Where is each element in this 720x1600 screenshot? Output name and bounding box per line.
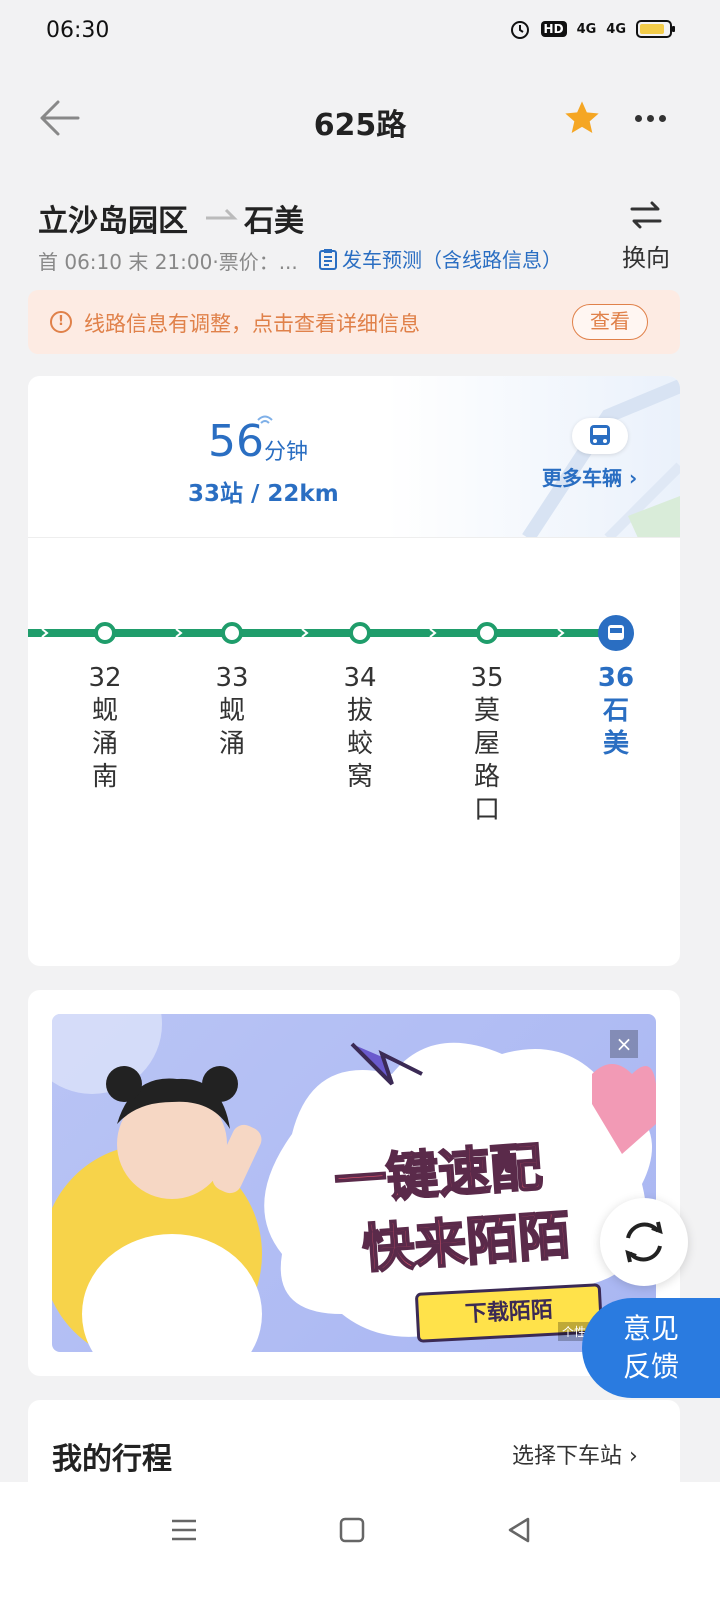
hd-badge: HD [540, 21, 567, 37]
stop-name-char: 石 [602, 696, 629, 726]
stop-name-char: 路 [473, 762, 500, 792]
battery-icon [636, 20, 675, 38]
route-stats: 33站 / 22km [188, 481, 339, 507]
status-time: 06:30 [46, 18, 110, 43]
stop-label[interactable]: 35 莫屋路口 [457, 662, 517, 827]
stop-number: 36 [597, 663, 635, 693]
menu-icon[interactable] [164, 1510, 204, 1550]
stop-number: 32 [88, 663, 122, 693]
departure-prediction-link[interactable]: 发车预测（含线路信息） [318, 244, 562, 273]
signal-icon-2: 4G [606, 21, 626, 37]
refresh-button[interactable] [600, 1198, 688, 1286]
stop-name-char: 蛟 [346, 729, 373, 759]
destination-stop-marker[interactable] [598, 615, 634, 651]
direction-chevron-icon [429, 628, 437, 638]
status-icons: HD 4G 4G [509, 18, 675, 40]
switch-direction-button[interactable]: 换向 [618, 200, 674, 273]
stop-marker[interactable] [221, 622, 243, 644]
more-icon [634, 114, 642, 122]
direction-arrow-icon [206, 208, 238, 220]
stop-number: 34 [343, 663, 377, 693]
vehicle-button[interactable] [572, 418, 628, 454]
switch-direction-label: 换向 [622, 244, 670, 272]
stop-marker[interactable] [94, 622, 116, 644]
my-trip-title: 我的行程 [52, 1442, 172, 1477]
bus-icon [590, 425, 610, 445]
ad-banner[interactable]: × 一键速配 快来陌陌 下载陌陌 个性 [52, 1014, 656, 1352]
route-notice-banner[interactable]: ! 线路信息有调整，点击查看详细信息 查看 [28, 290, 680, 354]
feedback-button[interactable]: 意见 反馈 [582, 1298, 720, 1398]
stop-number: 33 [215, 663, 249, 693]
select-alight-stop-link[interactable]: 选择下车站 › [512, 1438, 638, 1470]
back-triangle-icon[interactable] [500, 1510, 540, 1550]
route-from: 立沙岛园区 [38, 204, 188, 239]
view-notice-button[interactable]: 查看 [572, 304, 648, 340]
route-schedule: 首 06:10 末 21:00·票价：... [38, 250, 298, 274]
direction-chevron-icon [557, 628, 565, 638]
info-icon: ! [50, 311, 72, 333]
stop-name-char: 口 [473, 795, 500, 825]
stop-label[interactable]: 32 蚬涌南 [75, 662, 135, 794]
ad-close-button[interactable]: × [610, 1030, 638, 1058]
stop-name-char: 蚬 [91, 696, 118, 726]
signal-icon-1: 4G [576, 21, 597, 37]
map-background [522, 379, 680, 538]
stop-label[interactable]: 34 拔蛟窝 [330, 662, 390, 794]
status-bar: 06:30 HD 4G 4G [0, 0, 720, 64]
stop-name-char: 拔 [346, 696, 373, 726]
notice-text: 线路信息有调整，点击查看详细信息 [84, 312, 420, 336]
stop-label[interactable]: 36 石美 [586, 662, 646, 761]
ad-headline-2: 快来陌陌 [360, 1205, 574, 1281]
direction-chevron-icon [175, 628, 183, 638]
route-line [28, 629, 618, 637]
departure-prediction-label: 发车预测（含线路信息） [342, 248, 562, 272]
direction-chevron-icon [301, 628, 309, 638]
feedback-label-1: 意见 [622, 1312, 679, 1345]
battery-fill [640, 24, 664, 34]
eta-minutes: 56 [208, 416, 264, 467]
divider [28, 537, 680, 538]
feedback-label-2: 反馈 [622, 1350, 679, 1383]
system-nav-bar [0, 1482, 720, 1600]
route-card: 56 分钟 33站 / 22km 更多车辆 › 32 蚬涌南 33 蚬涌 34 拔蛟窝 35… [28, 376, 680, 966]
bus-stop-icon [608, 625, 624, 640]
stop-name-char: 南 [91, 762, 118, 792]
switch-icon [630, 201, 662, 229]
stop-label[interactable]: 33 蚬涌 [202, 662, 262, 761]
more-button[interactable] [628, 100, 672, 136]
stop-marker[interactable] [349, 622, 371, 644]
eta-unit: 分钟 [264, 440, 309, 465]
more-icon-dot [646, 114, 654, 122]
stop-name-char: 蚬 [218, 696, 245, 726]
more-vehicles-link[interactable]: 更多车辆 › [542, 462, 637, 491]
stop-number: 35 [470, 663, 504, 693]
star-icon [565, 101, 599, 133]
stop-name-char: 美 [602, 729, 629, 759]
page-title: 625路 [313, 108, 407, 143]
favorite-button[interactable] [562, 98, 602, 138]
home-icon[interactable] [332, 1510, 372, 1550]
stop-name-char: 涌 [91, 729, 118, 759]
direction-chevron-icon [41, 628, 49, 638]
alarm-icon [510, 21, 529, 39]
stop-marker[interactable] [476, 622, 498, 644]
stop-name-char: 涌 [218, 729, 245, 759]
document-icon [319, 248, 337, 270]
more-icon-dot [658, 114, 666, 122]
route-to: 石美 [244, 204, 304, 239]
stop-name-char: 莫 [473, 696, 500, 726]
refresh-icon [625, 1221, 663, 1263]
stop-name-char: 屋 [473, 729, 500, 759]
stop-name-char: 窝 [346, 762, 373, 792]
